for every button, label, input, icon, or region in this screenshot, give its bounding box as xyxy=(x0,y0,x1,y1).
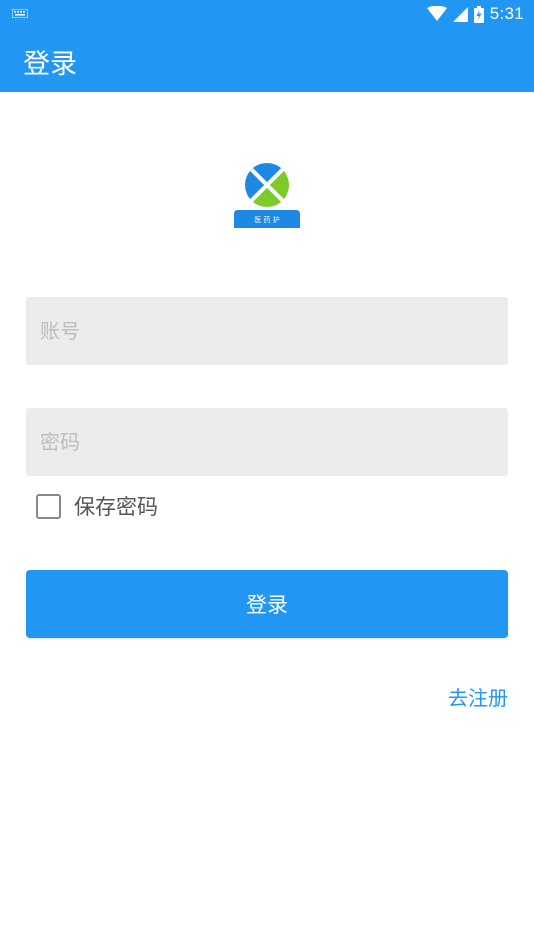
app-logo: 医 药 护 xyxy=(234,163,300,228)
wifi-icon xyxy=(426,6,447,21)
login-button[interactable]: 登录 xyxy=(26,570,508,638)
page-title: 登录 xyxy=(23,49,77,80)
keyboard-icon xyxy=(12,9,28,18)
password-input[interactable] xyxy=(26,408,508,476)
battery-icon xyxy=(473,5,484,23)
save-password-row[interactable]: 保存密码 xyxy=(36,493,158,519)
register-link[interactable]: 去注册 xyxy=(448,682,508,711)
status-bar: 5:31 xyxy=(0,0,534,28)
status-time: 5:31 xyxy=(489,4,524,23)
save-password-checkbox[interactable] xyxy=(36,493,61,519)
save-password-label: 保存密码 xyxy=(74,495,158,519)
signal-icon xyxy=(452,7,468,22)
app-bar: 登录 xyxy=(0,28,534,92)
account-input[interactable] xyxy=(26,297,508,365)
logo-text: 医 药 护 xyxy=(254,215,279,224)
